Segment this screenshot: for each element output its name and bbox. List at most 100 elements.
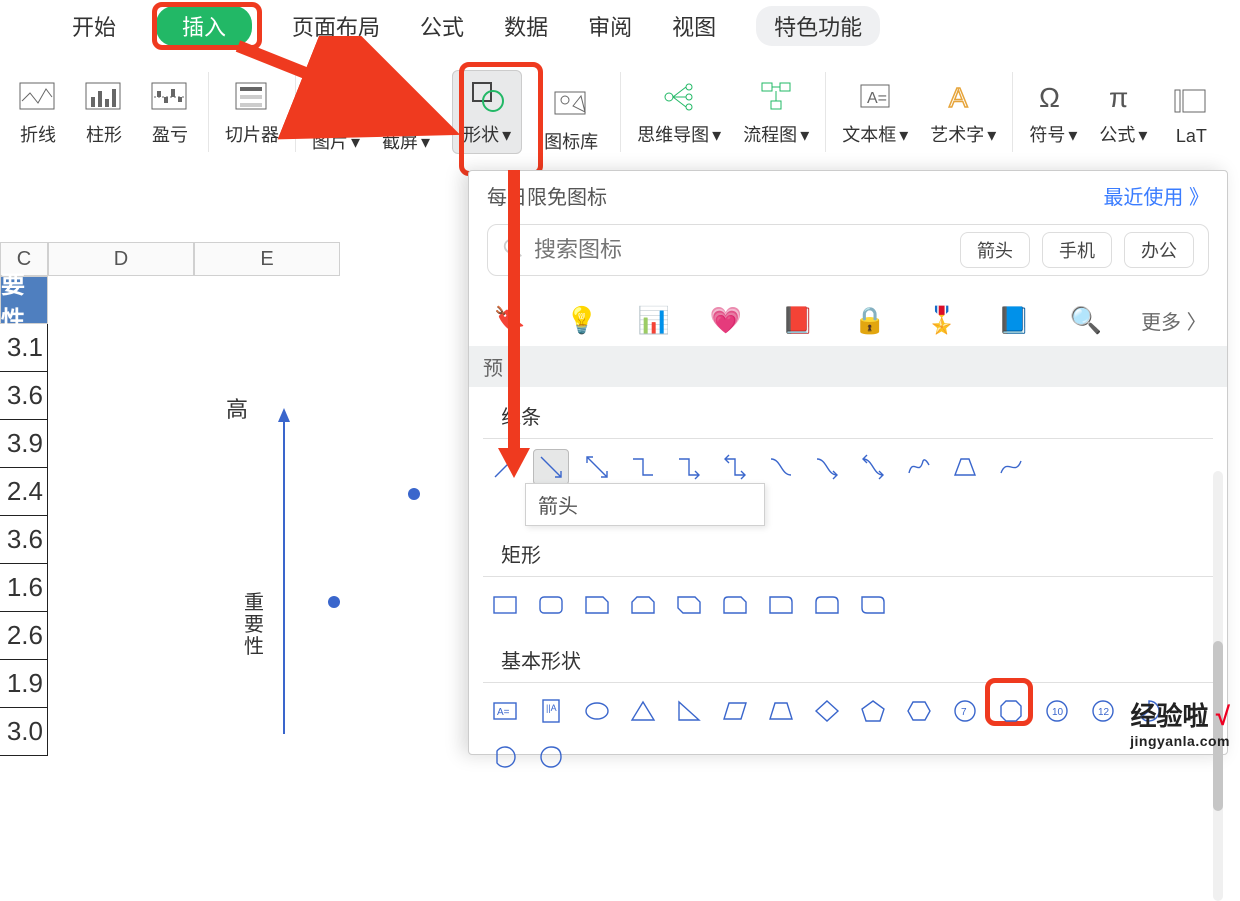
chip-office[interactable]: 办公: [1124, 232, 1194, 268]
more-link[interactable]: 更多 〉: [1141, 306, 1203, 335]
double-arrow-shape[interactable]: [579, 449, 615, 485]
arrow-line-shape[interactable]: [533, 449, 569, 485]
cell[interactable]: 1.6: [0, 564, 48, 612]
chevron-down-icon: ▾: [800, 125, 809, 146]
textbox[interactable]: A= 文本框▾: [842, 77, 908, 147]
cat-lock-icon[interactable]: 🔒: [853, 302, 887, 338]
cat-flag-icon[interactable]: 🔖: [493, 302, 527, 338]
sparkline-line[interactable]: 折线: [16, 77, 60, 147]
menu-layout[interactable]: 页面布局: [292, 10, 380, 42]
parallelogram-shape[interactable]: [717, 693, 753, 729]
triangle-shape[interactable]: [625, 693, 661, 729]
sniprnd-shape[interactable]: [717, 587, 753, 623]
roundrect-shape[interactable]: [533, 587, 569, 623]
rect-shape[interactable]: [487, 587, 523, 623]
cell[interactable]: 3.9: [0, 420, 48, 468]
chip-arrow[interactable]: 箭头: [960, 232, 1030, 268]
screenshot[interactable]: 截屏▾: [382, 84, 430, 154]
snip1-shape[interactable]: [579, 587, 615, 623]
hexagon-shape[interactable]: [901, 693, 937, 729]
menu-insert[interactable]: 插入: [156, 6, 252, 46]
teardrop-shape[interactable]: [533, 739, 569, 775]
cell[interactable]: 3.6: [0, 516, 48, 564]
search-box[interactable]: 箭头 手机 办公: [487, 224, 1209, 276]
col-header-e[interactable]: E: [194, 242, 340, 276]
curve-shape[interactable]: [763, 449, 799, 485]
wordart[interactable]: A 艺术字▾: [930, 77, 996, 147]
scribble-shape[interactable]: [901, 449, 937, 485]
menu-review[interactable]: 审阅: [588, 10, 632, 42]
cell[interactable]: 3.1: [0, 324, 48, 372]
cat-bulb-icon[interactable]: 💡: [565, 302, 599, 338]
line-shape[interactable]: [487, 449, 523, 485]
menu-data[interactable]: 数据: [504, 10, 548, 42]
chip-phone[interactable]: 手机: [1042, 232, 1112, 268]
cell[interactable]: 2.4: [0, 468, 48, 516]
rtriangle-shape[interactable]: [671, 693, 707, 729]
panel-scrollbar[interactable]: [1213, 471, 1223, 901]
cat-heart-icon[interactable]: 💗: [709, 302, 743, 338]
round1-shape[interactable]: [763, 587, 799, 623]
cell[interactable]: 3.0: [0, 708, 48, 756]
cell[interactable]: 1.9: [0, 660, 48, 708]
cell[interactable]: 2.6: [0, 612, 48, 660]
curve2-shape[interactable]: [993, 449, 1029, 485]
sparkline-wl[interactable]: 盈亏: [148, 77, 192, 147]
freeform-shape[interactable]: [947, 449, 983, 485]
cat-book-icon[interactable]: 📕: [781, 302, 815, 338]
elbow-arrow-shape[interactable]: [671, 449, 707, 485]
menu-view[interactable]: 视图: [672, 10, 716, 42]
rounddiag-shape[interactable]: [855, 587, 891, 623]
cat-chart-icon[interactable]: 📊: [637, 302, 671, 338]
chord-shape[interactable]: [487, 739, 523, 775]
elbow-shape[interactable]: [625, 449, 661, 485]
svg-text:12: 12: [1098, 707, 1110, 718]
pentagon-shape[interactable]: [855, 693, 891, 729]
menu-feature[interactable]: 特色功能: [756, 6, 880, 46]
row-header: 要性: [0, 276, 48, 324]
latex[interactable]: LaT: [1169, 82, 1213, 147]
heptagon-shape[interactable]: 7: [947, 693, 983, 729]
lines-row: 箭头: [469, 439, 1227, 493]
snip2-shape[interactable]: [625, 587, 661, 623]
svg-text:||A: ||A: [546, 703, 557, 713]
dodecagon-shape[interactable]: 12: [1085, 693, 1121, 729]
symbol[interactable]: Ω 符号▾: [1029, 77, 1077, 147]
snipdiag-shape[interactable]: [671, 587, 707, 623]
trapezoid-shape[interactable]: [763, 693, 799, 729]
elbow-double-shape[interactable]: [717, 449, 753, 485]
svg-text:10: 10: [1052, 707, 1064, 718]
cat-file-icon[interactable]: 📘: [997, 302, 1031, 338]
cat-search-icon[interactable]: 🔍: [1069, 302, 1103, 338]
section-rect: 矩形: [483, 525, 1213, 577]
shapes-icon: [465, 77, 509, 117]
chevron-down-icon: ▾: [987, 125, 996, 146]
textbox-shape[interactable]: A=: [487, 693, 523, 729]
octagon-shape[interactable]: [993, 693, 1029, 729]
sparkline-col[interactable]: 柱形: [82, 77, 126, 147]
menu-start[interactable]: 开始: [72, 10, 116, 42]
picture[interactable]: 图片▾: [312, 84, 360, 154]
decagon-shape[interactable]: 10: [1039, 693, 1075, 729]
iconlib[interactable]: 图标库: [544, 84, 598, 154]
svg-text:7: 7: [961, 707, 967, 718]
cell[interactable]: 3.6: [0, 372, 48, 420]
col-header-d[interactable]: D: [48, 242, 194, 276]
ellipse-shape[interactable]: [579, 693, 615, 729]
round2-shape[interactable]: [809, 587, 845, 623]
curve-double-shape[interactable]: [855, 449, 891, 485]
curve-arrow-shape[interactable]: [809, 449, 845, 485]
diamond-shape[interactable]: [809, 693, 845, 729]
flowchart[interactable]: 流程图▾: [743, 77, 809, 147]
search-input[interactable]: [534, 237, 950, 263]
recent-link[interactable]: 最近使用 》: [1103, 181, 1209, 210]
chevron-down-icon: ▾: [712, 125, 721, 146]
cat-badge-icon[interactable]: 🎖️: [925, 302, 959, 338]
formula2[interactable]: π 公式▾: [1099, 77, 1147, 147]
menu-formula[interactable]: 公式: [420, 10, 464, 42]
shapes[interactable]: 形状▾: [452, 70, 522, 154]
vtextbox-shape[interactable]: ||A: [533, 693, 569, 729]
slicer[interactable]: 切片器: [225, 77, 279, 147]
wordart-icon: A: [941, 77, 985, 117]
mindmap[interactable]: 思维导图▾: [637, 77, 721, 147]
